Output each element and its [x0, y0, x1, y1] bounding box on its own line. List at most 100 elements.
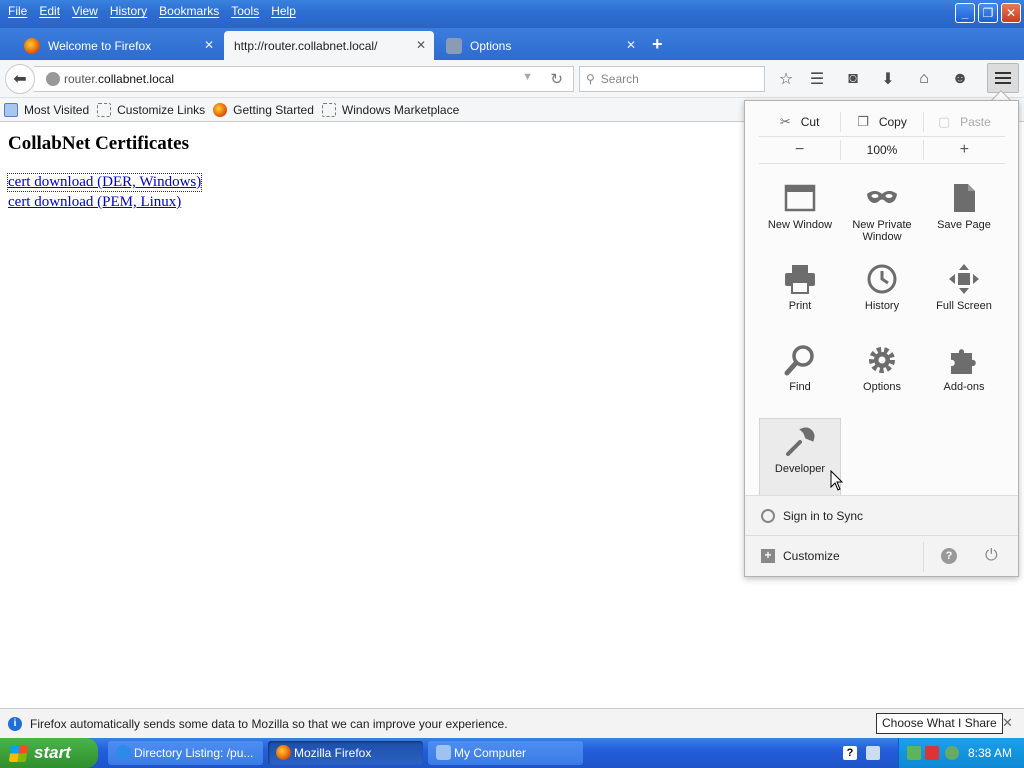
clock-icon	[867, 264, 897, 294]
sign-in-sync-button[interactable]: Sign in to Sync	[745, 495, 1018, 535]
maximize-button[interactable]: ❐	[978, 3, 998, 23]
bookmark-getting-started[interactable]: Getting Started	[213, 102, 314, 117]
url-history-dropdown-icon[interactable]: ▼	[522, 71, 533, 83]
window-titlebar: File Edit View History Bookmarks Tools H…	[0, 0, 1024, 28]
taskbar-item-directory-listing[interactable]: Directory Listing: /pu...	[108, 741, 263, 765]
back-button[interactable]: ⬅	[5, 64, 35, 94]
print-button[interactable]: Print	[759, 256, 841, 337]
taskbar-item-firefox[interactable]: Mozilla Firefox	[268, 741, 423, 765]
minimize-button[interactable]: _	[955, 3, 975, 23]
info-icon: i	[8, 716, 22, 731]
tab-title: http://router.collabnet.local/	[234, 38, 378, 53]
reload-icon[interactable]: ↻	[550, 70, 563, 88]
download-icon[interactable]: ⬇	[878, 69, 898, 89]
help-tray-icon[interactable]: ?	[843, 746, 857, 760]
new-private-window-button[interactable]: New Private Window	[841, 175, 923, 256]
help-icon[interactable]: ?	[941, 548, 957, 564]
bookmark-windows-marketplace[interactable]: Windows Marketplace	[321, 102, 459, 117]
new-window-icon	[784, 184, 816, 212]
panel-items-grid: New Window New Private Window Save Page …	[759, 175, 1005, 499]
security-shield-icon[interactable]	[925, 746, 939, 760]
customize-plus-icon: +	[761, 549, 775, 563]
tab-welcome[interactable]: Welcome to Firefox ✕	[14, 31, 222, 60]
zoom-reset-button[interactable]: 100%	[841, 140, 924, 160]
data-reporting-notification: i Firefox automatically sends some data …	[0, 708, 1024, 738]
gear-icon	[869, 347, 895, 373]
menu-tools[interactable]: Tools	[227, 0, 263, 22]
paste-button[interactable]: ▢ Paste	[924, 112, 1005, 132]
save-page-button[interactable]: Save Page	[923, 175, 1005, 256]
tab-close-icon[interactable]: ✕	[626, 38, 636, 52]
tab-close-icon[interactable]: ✕	[204, 38, 214, 52]
copy-icon: ❐	[857, 114, 869, 129]
choose-what-i-share-button[interactable]: Choose What I Share	[876, 713, 1003, 734]
firefox-icon	[24, 37, 40, 54]
close-window-button[interactable]: ✕	[1001, 3, 1021, 23]
search-input[interactable]: ⚲ Search	[579, 66, 765, 92]
home-icon[interactable]: ⌂	[914, 69, 934, 89]
tab-close-icon[interactable]: ✕	[416, 38, 426, 52]
menu-view[interactable]: View	[68, 0, 102, 22]
search-icon: ⚲	[586, 72, 595, 86]
bookmark-most-visited[interactable]: Most Visited	[4, 102, 89, 117]
safely-remove-icon[interactable]	[945, 746, 959, 760]
main-menu-panel: ✂ Cut ❐ Copy ▢ Paste − 100% + New Window…	[744, 100, 1019, 577]
tab-options[interactable]: Options ✕	[436, 31, 644, 60]
menu-edit[interactable]: Edit	[35, 0, 64, 22]
new-tab-button[interactable]: +	[652, 34, 663, 55]
url-bar[interactable]: router.collabnet.local ▼ ↻	[34, 66, 574, 92]
zoom-in-button[interactable]: +	[924, 140, 1005, 160]
ie-icon	[116, 745, 131, 760]
full-screen-button[interactable]: Full Screen	[923, 256, 1005, 337]
copy-button[interactable]: ❐ Copy	[841, 112, 924, 132]
menu-history[interactable]: History	[106, 0, 151, 22]
open-menu-button[interactable]	[987, 63, 1019, 93]
customize-button[interactable]: Customize	[783, 549, 840, 563]
magnifier-icon	[784, 345, 814, 376]
add-ons-button[interactable]: Add-ons	[923, 337, 1005, 418]
developer-button[interactable]: Developer	[759, 418, 841, 499]
page-placeholder-icon	[97, 102, 112, 117]
start-button[interactable]: start	[0, 738, 98, 768]
tab-strip: Welcome to Firefox ✕ http://router.colla…	[0, 28, 1024, 60]
most-visited-icon	[4, 102, 18, 117]
menu-file[interactable]: File	[4, 0, 31, 22]
puzzle-icon	[951, 349, 976, 374]
firefox-icon	[276, 745, 291, 760]
cut-button[interactable]: ✂ Cut	[759, 112, 842, 132]
scissors-icon: ✂	[779, 114, 791, 129]
notification-text: Firefox automatically sends some data to…	[30, 716, 508, 731]
zoom-out-button[interactable]: −	[759, 140, 842, 160]
taskbar: start Directory Listing: /pu... Mozilla …	[0, 738, 1024, 768]
find-button[interactable]: Find	[759, 337, 841, 418]
tab-router[interactable]: http://router.collabnet.local/ ✕	[224, 31, 434, 60]
network-connection-icon[interactable]	[907, 746, 921, 760]
wrench-icon	[786, 427, 815, 456]
bookmarks-list-icon[interactable]: ☰	[807, 69, 827, 89]
new-window-button[interactable]: New Window	[759, 175, 841, 256]
history-button[interactable]: History	[841, 256, 923, 337]
menu-help[interactable]: Help	[267, 0, 300, 22]
hamburger-icon	[995, 72, 1011, 74]
computer-icon	[436, 745, 451, 760]
tab-title: Welcome to Firefox	[48, 38, 152, 53]
taskbar-item-my-computer[interactable]: My Computer	[428, 741, 583, 765]
options-button[interactable]: Options	[841, 337, 923, 418]
windows-logo-icon	[8, 745, 29, 762]
quit-power-icon[interactable]: ⏻	[985, 547, 998, 565]
tab-title: Options	[470, 38, 512, 53]
pocket-icon[interactable]: ◙	[843, 69, 863, 89]
cert-download-pem-link[interactable]: cert download (PEM, Linux)	[8, 194, 181, 211]
cert-download-der-link[interactable]: cert download (DER, Windows)	[6, 173, 203, 192]
hello-chat-icon[interactable]: ☻	[950, 69, 970, 89]
notification-close-icon[interactable]: ✕	[1002, 715, 1013, 731]
bookmark-star-icon[interactable]: ☆	[776, 69, 796, 89]
menu-bar: File Edit View History Bookmarks Tools H…	[0, 0, 304, 22]
network-tray-icon[interactable]	[866, 746, 880, 760]
menu-bookmarks[interactable]: Bookmarks	[155, 0, 223, 22]
back-arrow-icon: ⬅	[13, 71, 27, 88]
firefox-icon	[213, 102, 228, 117]
globe-icon	[46, 72, 60, 86]
sync-icon	[761, 508, 775, 523]
bookmark-customize-links[interactable]: Customize Links	[97, 102, 205, 117]
